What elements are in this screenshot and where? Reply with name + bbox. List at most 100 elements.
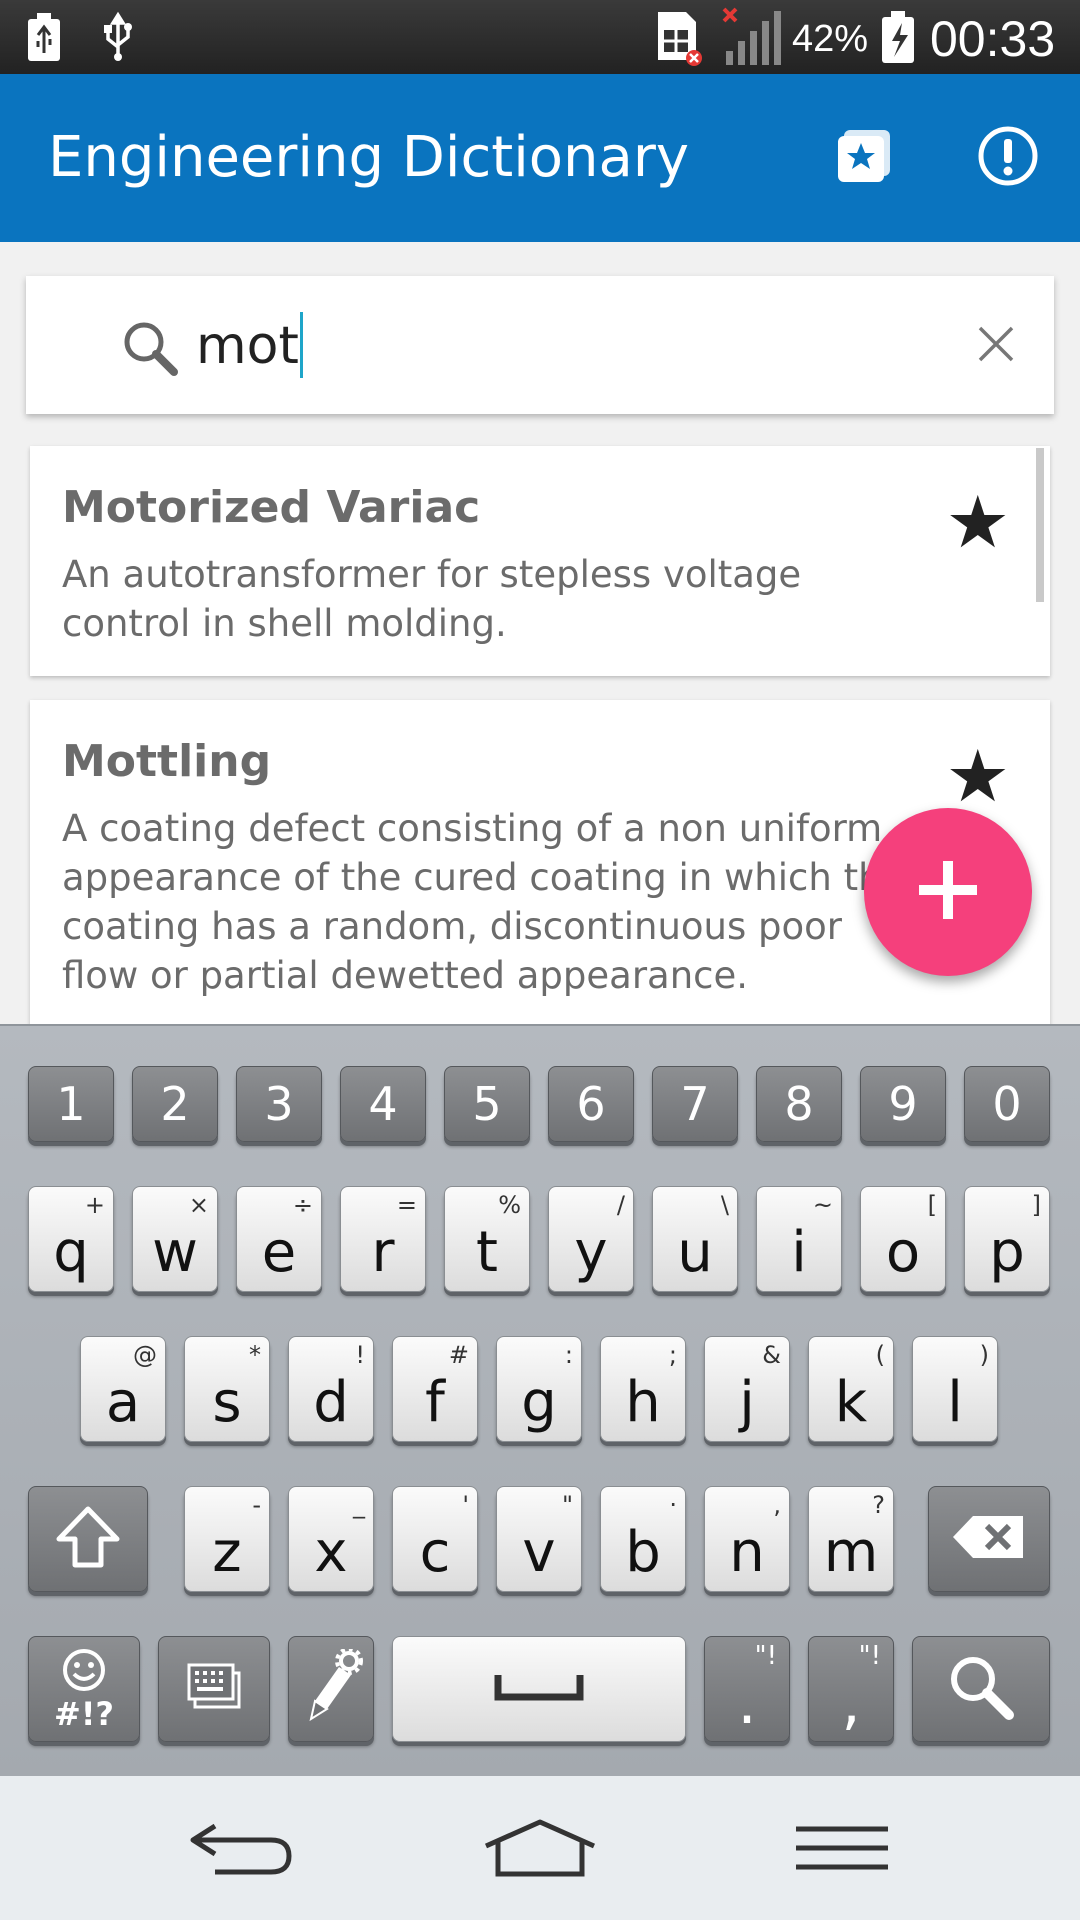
key-8[interactable]: 8	[756, 1066, 842, 1142]
key-label: y	[574, 1220, 608, 1285]
key-n[interactable]: n,	[704, 1486, 790, 1592]
key-label: k	[834, 1370, 868, 1435]
key-7[interactable]: 7	[652, 1066, 738, 1142]
search-input[interactable]: mot	[196, 276, 303, 414]
key-alt-label: ,	[773, 1491, 781, 1519]
home-button[interactable]	[460, 1800, 620, 1900]
key-1[interactable]: 1	[28, 1066, 114, 1142]
key-label: s	[212, 1370, 242, 1435]
key-k[interactable]: k(	[808, 1336, 894, 1442]
key-t[interactable]: t%	[444, 1186, 530, 1292]
key-alt-label: %	[498, 1191, 521, 1219]
key-label: n	[729, 1520, 765, 1585]
key-u[interactable]: u \	[652, 1186, 738, 1292]
key-c[interactable]: c '	[392, 1486, 478, 1592]
key-j[interactable]: j &	[704, 1336, 790, 1442]
backspace-icon	[949, 1512, 1029, 1566]
star-icon[interactable]: ★	[945, 486, 1010, 558]
space-key[interactable]	[392, 1636, 686, 1742]
key-label: t	[476, 1220, 498, 1285]
menu-button[interactable]	[762, 1800, 922, 1900]
clock: 00:33	[930, 11, 1056, 67]
key-6[interactable]: 6	[548, 1066, 634, 1142]
key-l[interactable]: l)	[912, 1336, 998, 1442]
key-q[interactable]: q +	[28, 1186, 114, 1292]
key-f[interactable]: f #	[392, 1336, 478, 1442]
key-v[interactable]: v "	[496, 1486, 582, 1592]
favorites-button[interactable]	[820, 114, 908, 202]
battery-percent: 42%	[792, 18, 869, 60]
key-label: d	[313, 1370, 349, 1435]
info-button[interactable]	[964, 114, 1052, 202]
key-label: b	[625, 1520, 661, 1585]
search-box[interactable]: mot	[26, 276, 1054, 414]
key-i[interactable]: i ~	[756, 1186, 842, 1292]
key-m[interactable]: m?	[808, 1486, 894, 1592]
usb-charging-icon	[22, 0, 66, 74]
key-a[interactable]: a @	[80, 1336, 166, 1442]
navigation-bar	[0, 1776, 1080, 1920]
result-title: Mottling	[62, 736, 272, 787]
key-alt-label: @	[133, 1341, 157, 1369]
key-label: c	[419, 1520, 451, 1585]
add-button[interactable]	[864, 808, 1032, 976]
shift-key[interactable]	[28, 1486, 148, 1592]
key-e[interactable]: e ÷	[236, 1186, 322, 1292]
key-alt-label: ÷	[292, 1191, 313, 1219]
scrollbar[interactable]	[1036, 448, 1044, 602]
search-key[interactable]	[912, 1636, 1050, 1742]
key-4[interactable]: 4	[340, 1066, 426, 1142]
key-w[interactable]: w ×	[132, 1186, 218, 1292]
key-alt-label: _	[353, 1491, 365, 1519]
key-label: r	[371, 1220, 395, 1285]
key-b[interactable]: b ·	[600, 1486, 686, 1592]
key-alt-label: :	[564, 1341, 573, 1369]
result-card[interactable]: Motorized Variac An autotransformer for …	[30, 446, 1050, 676]
key-y[interactable]: y /	[548, 1186, 634, 1292]
symbols-label: #!?	[54, 1695, 114, 1733]
key-alt-label: [	[927, 1191, 937, 1219]
key-g[interactable]: g:	[496, 1336, 582, 1442]
keyboard: 1 2 3 4 5 6 7 8 9 0 q + w × e ÷ r = t% y / u \…	[0, 1024, 1080, 1778]
keyboard-switch-key[interactable]	[158, 1636, 270, 1742]
key-alt-label: ?	[872, 1491, 885, 1519]
back-button[interactable]	[160, 1800, 320, 1900]
usb-icon	[96, 0, 140, 74]
key-alt-label: ·	[669, 1491, 677, 1519]
handwriting-settings-key[interactable]	[288, 1636, 374, 1742]
key-label: w	[152, 1220, 198, 1285]
period-key[interactable]: . "!	[704, 1636, 790, 1742]
key-label: e	[261, 1220, 297, 1285]
key-z[interactable]: z-	[184, 1486, 270, 1592]
key-5[interactable]: 5	[444, 1066, 530, 1142]
key-label: v	[522, 1520, 556, 1585]
key-p[interactable]: p]	[964, 1186, 1050, 1292]
key-d[interactable]: d!	[288, 1336, 374, 1442]
app-bar: Engineering Dictionary	[0, 74, 1080, 242]
shift-icon	[53, 1505, 123, 1573]
key-alt-label: ]	[1031, 1191, 1041, 1219]
space-icon	[494, 1667, 584, 1711]
favorites-icon	[834, 126, 894, 190]
close-icon[interactable]	[976, 324, 1016, 368]
key-x[interactable]: x _	[288, 1486, 374, 1592]
text-caret	[299, 312, 303, 378]
backspace-key[interactable]	[928, 1486, 1050, 1592]
key-alt-label: \	[720, 1191, 729, 1219]
result-description: A coating defect consisting of a non uni…	[62, 807, 905, 997]
pencil-gear-icon	[299, 1647, 363, 1729]
key-alt-label: )	[979, 1341, 989, 1369]
key-0[interactable]: 0	[964, 1066, 1050, 1142]
key-9[interactable]: 9	[860, 1066, 946, 1142]
key-h[interactable]: h;	[600, 1336, 686, 1442]
star-icon[interactable]: ★	[945, 740, 1010, 812]
key-label: m	[823, 1520, 879, 1585]
comma-key[interactable]: , "!	[808, 1636, 894, 1742]
key-alt-label: ×	[188, 1191, 209, 1219]
key-2[interactable]: 2	[132, 1066, 218, 1142]
key-r[interactable]: r =	[340, 1186, 426, 1292]
key-s[interactable]: s *	[184, 1336, 270, 1442]
key-o[interactable]: o[	[860, 1186, 946, 1292]
emoji-symbols-key[interactable]: #!?	[28, 1636, 140, 1742]
key-3[interactable]: 3	[236, 1066, 322, 1142]
